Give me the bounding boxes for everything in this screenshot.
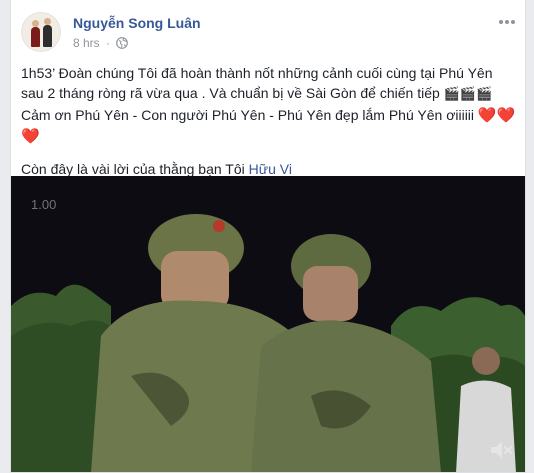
video-player[interactable]: 1.00 [11, 176, 525, 472]
video-timer: 1.00 [31, 197, 57, 212]
post-time[interactable]: 8 hrs [73, 36, 100, 50]
avatar[interactable] [21, 12, 61, 52]
avatar-figure [32, 20, 39, 27]
post-header: Nguyễn Song Luân 8 hrs · [21, 12, 517, 56]
clapper-emoji: 🎬🎬🎬 [443, 86, 493, 102]
speaker-muted-icon[interactable] [489, 439, 515, 461]
video-frame [11, 176, 525, 472]
text-line-2: Cảm ơn Phú Yên - Con người Phú Yên - Phú… [21, 106, 478, 123]
mention-link[interactable]: Hữu Vi [249, 161, 292, 177]
author-name[interactable]: Nguyễn Song Luân [73, 15, 201, 31]
post-meta: 8 hrs · [73, 36, 129, 52]
post-paragraph: 1h53’ Đoàn chúng Tôi đã hoàn thành nốt n… [21, 63, 517, 147]
text-line-1: 1h53’ Đoàn chúng Tôi đã hoàn thành nốt n… [21, 65, 493, 102]
avatar-figure [44, 18, 51, 25]
avatar-figure [43, 25, 52, 47]
post-card: Nguyễn Song Luân 8 hrs · 1h53’ Đoàn chún… [10, 0, 526, 473]
avatar-figure [31, 27, 40, 47]
text-line-3: Còn đây là vài lời của thằng bạn Tôi [21, 161, 249, 178]
meta-separator: · [106, 36, 111, 50]
post-text: 1h53’ Đoàn chúng Tôi đã hoàn thành nốt n… [21, 63, 517, 191]
more-icon[interactable] [497, 14, 517, 28]
globe-icon[interactable] [116, 37, 129, 52]
